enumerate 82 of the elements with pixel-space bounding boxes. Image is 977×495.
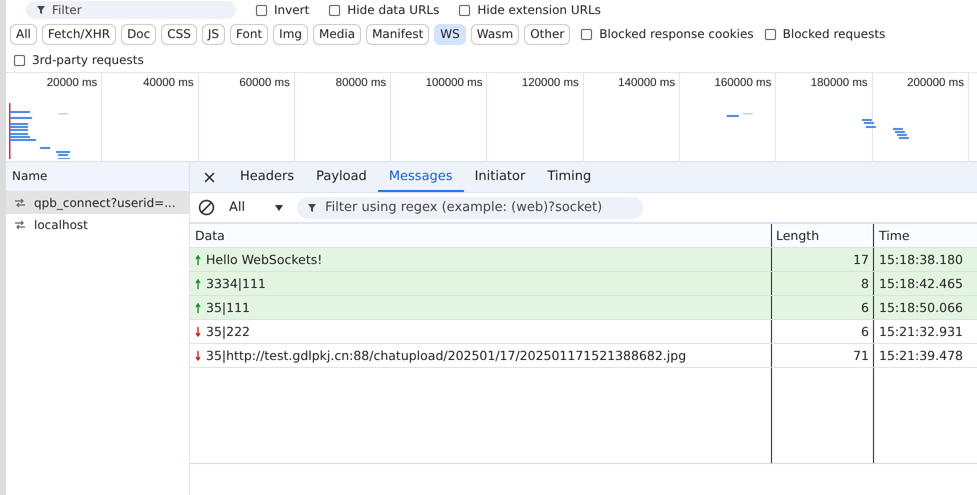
time-tick-label: 140000 ms [618,77,676,89]
request-item[interactable]: qpb_connect?userid=... [6,192,189,214]
type-filter-button[interactable]: Font [230,24,268,44]
type-filter-button[interactable]: Fetch/XHR [42,24,116,44]
down-arrow-icon [195,326,201,336]
direction-select[interactable]: All [223,196,290,218]
type-filter-button[interactable]: Manifest [366,24,430,44]
message-length: 71 [853,348,869,363]
close-icon[interactable] [204,172,215,182]
checkbox-label: Hide extension URLs [477,3,601,17]
message-data: 35|http://test.gdlpkj.cn:88/chatupload/202501/17/202501171521388682.jpg [206,348,686,363]
time-tick-label: 180000 ms [810,77,868,89]
websocket-icon [14,198,26,208]
type-filter-button[interactable]: Doc [121,24,156,44]
clear-icon[interactable] [198,199,215,216]
message-time: 15:18:42.465 [879,276,963,291]
message-data: Hello WebSockets! [206,252,322,267]
up-arrow-icon [195,302,201,312]
up-arrow-icon [195,254,201,264]
up-arrow-icon [195,278,201,288]
filter-icon [307,202,318,212]
detail-tab[interactable]: Headers [229,162,306,192]
column-header[interactable]: Time [873,224,977,247]
time-tick-label: 160000 ms [714,77,772,89]
detail-tab[interactable]: Timing [536,162,602,192]
checkbox-label: Blocked response cookies [599,27,754,41]
time-tick-label: 40000 ms [143,77,194,89]
message-row[interactable]: 35|http://test.gdlpkj.cn:88/chatupload/202501/17/202501171521388682.jpg 71 15:21:39.478 [190,344,977,368]
filter-field[interactable]: Filter [26,1,236,19]
column-header[interactable]: Length [771,224,873,247]
message-time: 15:21:39.478 [879,348,963,363]
type-filter-button[interactable]: Wasm [470,24,520,44]
time-tick-label: 60000 ms [239,77,290,89]
time-tick-label: 80000 ms [336,77,386,89]
type-filter-button[interactable]: CSS [161,24,197,44]
checkbox-label: Hide data URLs [347,3,440,17]
column-header: Name [6,162,189,192]
message-length: 6 [861,324,869,339]
message-length: 6 [861,300,869,315]
message-time: 15:18:38.180 [879,252,963,267]
message-length: 17 [853,252,869,267]
checkbox[interactable] [14,54,25,66]
column-header[interactable]: Data [190,224,771,247]
message-data: 3334|111 [206,276,266,291]
detail-tab[interactable]: Payload [305,162,378,192]
message-row[interactable]: 3334|111 8 15:18:42.465 [190,272,977,296]
type-filter-button[interactable]: WS [434,24,466,44]
checkbox-label: Blocked requests [782,27,886,41]
request-item[interactable]: localhost [6,214,189,236]
detail-tab[interactable]: Messages [378,162,464,192]
detail-tab[interactable]: Initiator [464,162,536,192]
time-tick-label: 20000 ms [46,77,98,89]
message-time: 15:21:32.931 [879,324,963,339]
message-time: 15:18:50.066 [879,300,963,315]
checkbox-label: Invert [274,3,310,17]
time-tick-label: 120000 ms [522,77,579,89]
caret-icon [275,204,284,210]
checkbox[interactable] [581,28,592,40]
type-filter-button[interactable]: All [10,24,37,44]
message-row[interactable]: Hello WebSockets! 17 15:18:38.180 [190,248,977,272]
down-arrow-icon [195,350,201,360]
request-name: localhost [34,218,88,232]
message-row[interactable]: 35|111 6 15:18:50.066 [190,296,977,320]
message-row[interactable]: 35|222 6 15:21:32.931 [190,320,977,344]
request-name: qpb_connect?userid=... [34,196,176,210]
search-field[interactable]: Filter using regex (example: (web)?socket) [297,196,644,218]
websocket-icon [14,220,26,230]
type-filter-button[interactable]: Media [313,24,362,44]
filter-icon [36,5,46,15]
checkbox[interactable] [764,28,776,40]
type-filter-button[interactable]: Other [524,24,570,44]
time-tick-label: 200000 ms [907,77,964,89]
checkbox[interactable] [459,4,470,16]
checkbox-label: 3rd-party requests [32,53,144,67]
checkbox[interactable] [329,4,340,16]
message-length: 8 [861,276,869,291]
time-tick-label: 100000 ms [426,77,482,89]
message-data: 35|111 [206,300,250,315]
checkbox[interactable] [256,4,267,16]
type-filter-button[interactable]: JS [202,24,226,44]
message-data: 35|222 [206,324,250,339]
type-filter-button[interactable]: Img [273,24,308,44]
